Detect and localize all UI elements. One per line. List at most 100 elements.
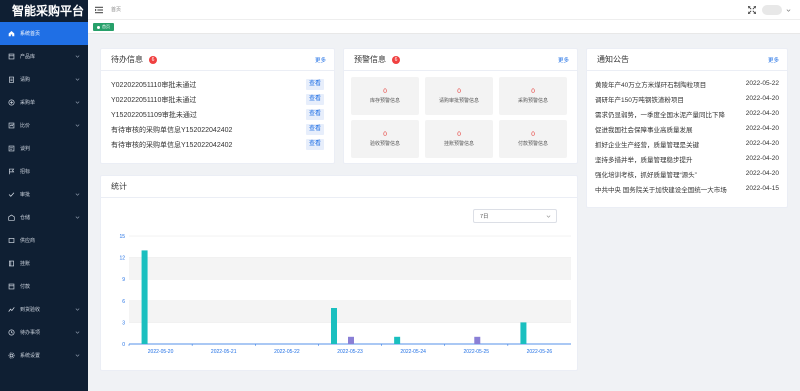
notice-item-date: 2022-05-22 — [745, 80, 779, 87]
notice-more-link[interactable]: 更多 — [768, 56, 779, 64]
app-title: 智能采购平台 — [12, 4, 85, 18]
todo-list: Y022022051110审批未通过 查看 Y022022051110审批未通过 查看… — [101, 71, 334, 158]
sidebar-item[interactable]: 审批 — [0, 183, 88, 206]
warning-cell[interactable]: 0 库存预警信息 — [351, 77, 419, 115]
tab-label: 首页 — [102, 24, 110, 29]
notice-row[interactable]: 促进我国社会保障事业高质量发展 2022-04-20 — [595, 121, 779, 136]
notice-item-title: 黄陵年产40万立方米煤矸石制陶粒项目 — [595, 81, 707, 89]
sidebar-item[interactable]: 待办事项 — [0, 321, 88, 344]
breadcrumb: 首页 — [111, 7, 122, 13]
warning-cell[interactable]: 0 验收预警信息 — [351, 120, 419, 158]
warning-title: 预警信息 — [354, 55, 386, 64]
sidebar-item[interactable]: 系统设置 — [0, 344, 88, 367]
warning-cell[interactable]: 0 采购预警信息 — [499, 77, 567, 115]
sidebar-item[interactable]: 仓储 — [0, 206, 88, 229]
sidebar-item[interactable]: 挂账 — [0, 252, 88, 275]
sidebar: 智能采购平台 系统首页产品库请购采购单比价 谈判 招标审批仓储供应商挂账付款到货验收… — [0, 0, 88, 391]
sidebar-item[interactable]: 采购单 — [0, 91, 88, 114]
tab-home[interactable]: 首页 — [93, 23, 114, 31]
sidebar-item-label: 付款 — [20, 284, 31, 290]
sidebar-item-label: 采购单 — [20, 100, 36, 106]
view-button[interactable]: 查看 — [306, 109, 324, 120]
chevron-down-icon — [75, 308, 80, 311]
warning-count: 0 — [457, 131, 461, 138]
view-button[interactable]: 查看 — [306, 124, 324, 135]
notice-card-header: 通知公告 更多 — [587, 49, 787, 71]
y-tick-label: 12 — [119, 256, 125, 262]
sidebar-item[interactable]: 付款 — [0, 275, 88, 298]
warning-more-link[interactable]: 更多 — [558, 56, 569, 64]
todo-row: Y152022051109审批未通过 查看 — [111, 107, 324, 122]
notice-item-date: 2022-04-20 — [745, 170, 779, 177]
home-icon — [8, 30, 15, 37]
avatar[interactable] — [762, 5, 782, 15]
sidebar-item-label: 供应商 — [20, 238, 36, 244]
stats-chart: 0 3 6 9 12 15 2022-05-20 2022-05-21 2022-05-22 20… — [111, 228, 581, 360]
chevron-down-icon — [75, 354, 80, 357]
y-tick-label: 0 — [122, 342, 125, 348]
notice-row[interactable]: 坚持多措并举，质量管理稳步提升 2022-04-20 — [595, 151, 779, 166]
notice-row[interactable]: 黄陵年产40万立方米煤矸石制陶粒项目 2022-05-22 — [595, 76, 779, 91]
chart-bar — [141, 250, 148, 344]
notice-item-title: 强化培训考核，抓好质量管理“源头” — [595, 171, 697, 179]
chevron-down-icon — [75, 193, 80, 196]
notice-row[interactable]: 需求仍显弱势，一季度全国水泥产量同比下降 2022-04-20 — [595, 106, 779, 121]
sidebar-item-label: 审批 — [20, 192, 31, 198]
chevron-down-icon[interactable] — [786, 8, 791, 13]
cart-icon — [8, 99, 15, 106]
sidebar-item-label: 仓储 — [20, 215, 31, 221]
view-button[interactable]: 查看 — [306, 139, 324, 150]
date-range-select[interactable]: 7日 — [473, 209, 557, 223]
sidebar-item-label: 挂账 — [20, 261, 31, 267]
notice-item-title: 中共中央 国务院关于加快建设全国统一大市场 — [595, 186, 727, 194]
todo-text: Y152022051109审批未通过 — [111, 111, 197, 119]
x-tick-label: 2022-05-25 — [463, 349, 489, 355]
stats-card: 统计 7日 0 3 6 9 12 15 2022-05-20 2022-05-21 2022-0… — [100, 175, 578, 371]
sidebar-item[interactable]: 系统首页 — [0, 22, 88, 45]
chart-grid-band — [129, 257, 571, 280]
warning-label: 验收预警信息 — [369, 141, 400, 147]
warning-cell[interactable]: 0 付款预警信息 — [499, 120, 567, 158]
view-button[interactable]: 查看 — [306, 94, 324, 105]
stats-chart-svg: 0 3 6 9 12 15 2022-05-20 2022-05-21 2022-05-22 20… — [119, 234, 571, 355]
view-button[interactable]: 查看 — [306, 79, 324, 90]
warning-label: 请购审批预警信息 — [438, 98, 479, 104]
notice-item-title: 需求仍显弱势，一季度全国水泥产量同比下降 — [595, 111, 725, 119]
sidebar-item[interactable]: 产品库 — [0, 45, 88, 68]
x-tick-label: 2022-05-22 — [274, 349, 300, 355]
chart-grid-band — [129, 300, 571, 323]
todo-title: 待办信息 — [111, 55, 143, 64]
fullscreen-icon[interactable] — [748, 6, 756, 14]
sidebar-item-label: 产品库 — [20, 54, 36, 60]
sidebar-item[interactable]: 谈判 — [0, 137, 88, 160]
notice-row[interactable]: 调研年产150万吨钢铁渣粉项目 2022-04-20 — [595, 91, 779, 106]
warning-count: 0 — [531, 131, 535, 138]
notice-row[interactable]: 强化培训考核，抓好质量管理“源头” 2022-04-20 — [595, 166, 779, 181]
gear-icon — [8, 352, 15, 359]
topbar: 首页 — [88, 0, 800, 20]
y-tick-label: 15 — [119, 234, 125, 240]
sidebar-item[interactable]: 请购 — [0, 68, 88, 91]
todo-more-link[interactable]: 更多 — [315, 56, 326, 64]
box-icon — [8, 53, 15, 60]
chart-bar — [331, 308, 337, 344]
sidebar-item[interactable]: 比价 — [0, 114, 88, 137]
notice-item-title: 调研年产150万吨钢铁渣粉项目 — [595, 96, 684, 104]
sidebar-item-label: 系统首页 — [20, 31, 41, 37]
notice-item-date: 2022-04-20 — [745, 125, 779, 132]
sidebar-item[interactable]: 招标 — [0, 160, 88, 183]
sidebar-item[interactable]: 供应商 — [0, 229, 88, 252]
notice-row[interactable]: 抓好企业生产经营，质量管理是关键 2022-04-20 — [595, 136, 779, 151]
warning-card-header: 预警信息 6 更多 — [344, 49, 577, 71]
warning-cell[interactable]: 0 挂账预警信息 — [425, 120, 493, 158]
x-tick-label: 2022-05-21 — [211, 349, 237, 355]
notice-item-date: 2022-04-20 — [745, 110, 779, 117]
notice-row[interactable]: 中共中央 国务院关于加快建设全国统一大市场 2022-04-15 — [595, 181, 779, 196]
chevron-down-icon — [75, 331, 80, 334]
menu-toggle-icon[interactable] — [95, 6, 103, 14]
sidebar-item[interactable]: 到货验收 — [0, 298, 88, 321]
tab-active-dot — [97, 25, 100, 29]
todo-text: Y022022051110审批未通过 — [111, 81, 197, 89]
warning-cell[interactable]: 0 请购审批预警信息 — [425, 77, 493, 115]
date-range-value: 7日 — [480, 214, 489, 220]
